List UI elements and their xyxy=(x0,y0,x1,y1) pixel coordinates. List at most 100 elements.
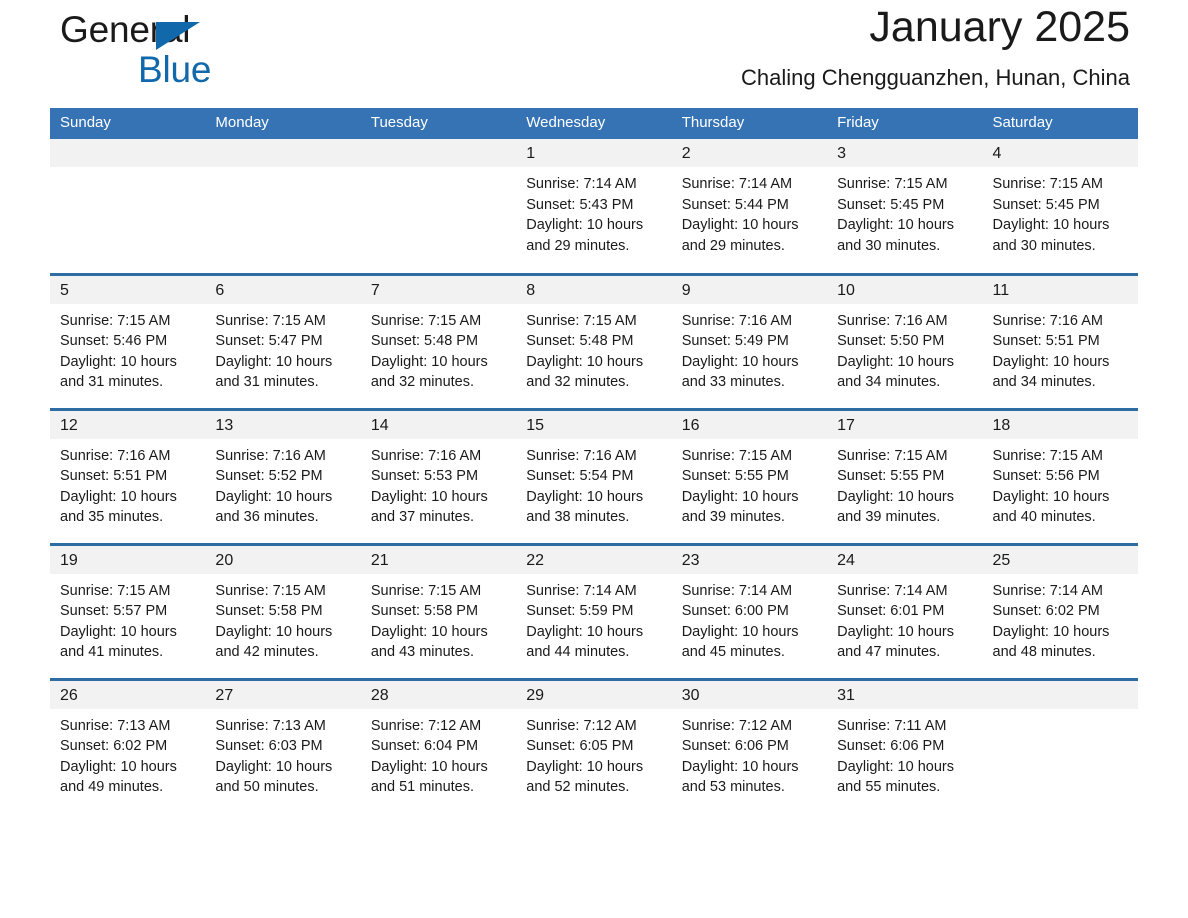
calendar-day-cell[interactable]: 27 Sunrise: 7:13 AM Sunset: 6:03 PM Dayligh… xyxy=(205,677,361,814)
calendar-cell-empty xyxy=(360,139,517,274)
calendar-day-cell[interactable]: 12 Sunrise: 7:16 AM Sunset: 5:51 PM Dayligh… xyxy=(50,407,206,544)
page-header: General Blue January 2025 Chaling Chengg… xyxy=(50,0,1138,108)
general-blue-logo[interactable]: General Blue xyxy=(60,8,380,96)
day-number: 2 xyxy=(671,139,828,167)
calendar-day-cell[interactable]: 30 Sunrise: 7:12 AM Sunset: 6:06 PM Dayligh… xyxy=(671,677,828,814)
day-number: 25 xyxy=(982,545,1138,574)
daylight-text-line1: Daylight: 10 hours xyxy=(60,623,177,640)
calendar-day-cell[interactable]: 18 Sunrise: 7:15 AM Sunset: 5:56 PM Dayligh… xyxy=(982,407,1138,544)
calendar-day-cell[interactable]: 25 Sunrise: 7:14 AM Sunset: 6:02 PM Dayligh… xyxy=(982,542,1138,679)
calendar-day-cell[interactable]: 15 Sunrise: 7:16 AM Sunset: 5:54 PM Dayligh… xyxy=(516,407,672,544)
day-details: Sunrise: 7:12 AM Sunset: 6:04 PM Daylight:… xyxy=(361,709,516,798)
calendar-day-cell[interactable]: 17 Sunrise: 7:15 AM Sunset: 5:55 PM Dayligh… xyxy=(827,407,983,544)
day-details: Sunrise: 7:15 AM Sunset: 5:45 PM Daylight:… xyxy=(983,167,1138,256)
daylight-text-line1: Daylight: 10 hours xyxy=(215,353,333,370)
calendar-day-cell[interactable]: 31 Sunrise: 7:11 AM Sunset: 6:06 PM Dayligh… xyxy=(827,677,983,814)
calendar-table: Sunday Monday Tuesday Wednesday Thursday… xyxy=(50,108,1138,814)
daylight-text-line1: Daylight: 10 hours xyxy=(370,353,488,370)
sunset-text: Sunset: 5:45 PM xyxy=(992,196,1100,213)
calendar-day-cell[interactable]: 13 Sunrise: 7:16 AM Sunset: 5:52 PM Dayligh… xyxy=(205,407,361,544)
day-details: Sunrise: 7:15 AM Sunset: 5:58 PM Daylight:… xyxy=(205,574,360,663)
calendar-day-cell[interactable]: 5 Sunrise: 7:15 AM Sunset: 5:46 PM Daylight… xyxy=(50,272,206,409)
daylight-text-line2: and 34 minutes. xyxy=(992,374,1096,390)
daylight-text-line1: Daylight: 10 hours xyxy=(60,353,177,370)
daylight-text-line2: and 33 minutes. xyxy=(681,374,785,390)
calendar-week-row: 5 Sunrise: 7:15 AM Sunset: 5:46 PM Daylight… xyxy=(50,272,1138,409)
sunset-text: Sunset: 6:02 PM xyxy=(992,603,1100,619)
calendar-day-cell[interactable]: 3 Sunrise: 7:15 AM Sunset: 5:45 PM Daylight… xyxy=(827,139,983,274)
daylight-text-line2: and 53 minutes. xyxy=(681,779,785,795)
daylight-text-line2: and 42 minutes. xyxy=(215,644,319,660)
daylight-text-line2: and 41 minutes. xyxy=(60,644,164,660)
daylight-text-line1: Daylight: 10 hours xyxy=(526,353,644,370)
day-number: 15 xyxy=(516,410,672,439)
calendar-cell-empty xyxy=(205,139,361,274)
calendar-day-cell[interactable]: 28 Sunrise: 7:12 AM Sunset: 6:04 PM Dayligh… xyxy=(360,677,517,814)
day-number: 7 xyxy=(360,275,517,304)
daylight-text-line1: Daylight: 10 hours xyxy=(681,353,799,370)
calendar-day-cell[interactable]: 26 Sunrise: 7:13 AM Sunset: 6:02 PM Dayligh… xyxy=(50,677,206,814)
day-details: Sunrise: 7:13 AM Sunset: 6:02 PM Daylight:… xyxy=(50,709,205,798)
day-details: Sunrise: 7:14 AM Sunset: 5:43 PM Daylight:… xyxy=(516,167,671,256)
sunset-text: Sunset: 5:48 PM xyxy=(370,333,479,349)
calendar-day-cell[interactable]: 6 Sunrise: 7:15 AM Sunset: 5:47 PM Daylight… xyxy=(205,272,361,409)
calendar-day-cell[interactable]: 14 Sunrise: 7:16 AM Sunset: 5:53 PM Dayligh… xyxy=(360,407,517,544)
calendar-day-cell[interactable]: 20 Sunrise: 7:15 AM Sunset: 5:58 PM Dayligh… xyxy=(205,542,361,679)
location-subtitle: Chaling Chengguanzhen, Hunan, China xyxy=(741,65,1130,90)
sunset-text: Sunset: 5:58 PM xyxy=(215,603,323,619)
sunrise-text: Sunrise: 7:14 AM xyxy=(992,582,1103,599)
day-number: 16 xyxy=(671,410,828,439)
sunset-text: Sunset: 5:53 PM xyxy=(370,468,479,484)
daylight-text-line1: Daylight: 10 hours xyxy=(837,758,954,775)
calendar-day-cell[interactable]: 19 Sunrise: 7:15 AM Sunset: 5:57 PM Dayligh… xyxy=(50,542,206,679)
day-details: Sunrise: 7:16 AM Sunset: 5:54 PM Daylight:… xyxy=(516,439,671,528)
calendar-day-cell[interactable]: 8 Sunrise: 7:15 AM Sunset: 5:48 PM Daylight… xyxy=(516,272,672,409)
daylight-text-line1: Daylight: 10 hours xyxy=(526,488,644,505)
calendar-day-cell[interactable]: 7 Sunrise: 7:15 AM Sunset: 5:48 PM Daylight… xyxy=(360,272,517,409)
calendar-day-cell[interactable]: 23 Sunrise: 7:14 AM Sunset: 6:00 PM Dayligh… xyxy=(671,542,828,679)
calendar-day-cell[interactable]: 24 Sunrise: 7:14 AM Sunset: 6:01 PM Dayligh… xyxy=(827,542,983,679)
day-details: Sunrise: 7:15 AM Sunset: 5:48 PM Daylight:… xyxy=(361,304,516,393)
daylight-text-line2: and 36 minutes. xyxy=(215,509,319,525)
daylight-text-line2: and 48 minutes. xyxy=(992,644,1096,660)
calendar-day-cell[interactable]: 4 Sunrise: 7:15 AM Sunset: 5:45 PM Daylight… xyxy=(982,139,1138,274)
daylight-text-line1: Daylight: 10 hours xyxy=(215,758,333,775)
day-details: Sunrise: 7:16 AM Sunset: 5:50 PM Daylight:… xyxy=(827,304,982,393)
calendar-week-row: 19 Sunrise: 7:15 AM Sunset: 5:57 PM Dayligh… xyxy=(50,542,1138,679)
calendar-day-cell[interactable]: 16 Sunrise: 7:15 AM Sunset: 5:55 PM Dayligh… xyxy=(671,407,828,544)
calendar-day-cell[interactable]: 2 Sunrise: 7:14 AM Sunset: 5:44 PM Daylight… xyxy=(671,139,828,274)
sunrise-text: Sunrise: 7:12 AM xyxy=(526,717,637,734)
calendar-day-cell[interactable]: 29 Sunrise: 7:12 AM Sunset: 6:05 PM Dayligh… xyxy=(516,677,672,814)
calendar-day-cell[interactable]: 11 Sunrise: 7:16 AM Sunset: 5:51 PM Dayligh… xyxy=(982,272,1138,409)
calendar-day-cell[interactable]: 1 Sunrise: 7:14 AM Sunset: 5:43 PM Daylight… xyxy=(516,139,672,274)
day-details: Sunrise: 7:11 AM Sunset: 6:06 PM Daylight:… xyxy=(827,709,982,798)
day-number: 31 xyxy=(827,680,983,709)
day-details: Sunrise: 7:16 AM Sunset: 5:49 PM Daylight:… xyxy=(672,304,827,393)
sunset-text: Sunset: 6:00 PM xyxy=(681,603,789,619)
sunrise-text: Sunrise: 7:15 AM xyxy=(837,447,948,464)
sunrise-text: Sunrise: 7:13 AM xyxy=(60,717,171,734)
sunrise-text: Sunrise: 7:14 AM xyxy=(526,176,637,192)
day-number: 13 xyxy=(205,410,361,439)
calendar-day-cell[interactable]: 21 Sunrise: 7:15 AM Sunset: 5:58 PM Dayligh… xyxy=(360,542,517,679)
sunset-text: Sunset: 5:57 PM xyxy=(60,603,168,619)
daylight-text-line2: and 40 minutes. xyxy=(992,509,1096,525)
daylight-text-line1: Daylight: 10 hours xyxy=(370,488,488,505)
day-number: 30 xyxy=(671,680,828,709)
day-details xyxy=(983,709,1138,716)
calendar-day-cell[interactable]: 22 Sunrise: 7:14 AM Sunset: 5:59 PM Dayligh… xyxy=(516,542,672,679)
daylight-text-line2: and 39 minutes. xyxy=(681,509,785,525)
day-number xyxy=(360,139,517,167)
day-details: Sunrise: 7:14 AM Sunset: 5:44 PM Daylight:… xyxy=(672,167,827,256)
daylight-text-line1: Daylight: 10 hours xyxy=(992,623,1110,640)
day-details: Sunrise: 7:14 AM Sunset: 6:00 PM Daylight:… xyxy=(672,574,827,663)
day-details: Sunrise: 7:16 AM Sunset: 5:53 PM Daylight:… xyxy=(361,439,516,528)
sunrise-text: Sunrise: 7:16 AM xyxy=(681,312,793,329)
triangle-flag-icon xyxy=(156,22,200,50)
day-number: 23 xyxy=(671,545,828,574)
day-details xyxy=(205,167,360,174)
calendar-day-cell[interactable]: 10 Sunrise: 7:16 AM Sunset: 5:50 PM Dayligh… xyxy=(827,272,983,409)
sunrise-text: Sunrise: 7:14 AM xyxy=(837,582,948,599)
calendar-day-cell[interactable]: 9 Sunrise: 7:16 AM Sunset: 5:49 PM Daylight… xyxy=(671,272,828,409)
sunset-text: Sunset: 5:46 PM xyxy=(60,333,168,349)
